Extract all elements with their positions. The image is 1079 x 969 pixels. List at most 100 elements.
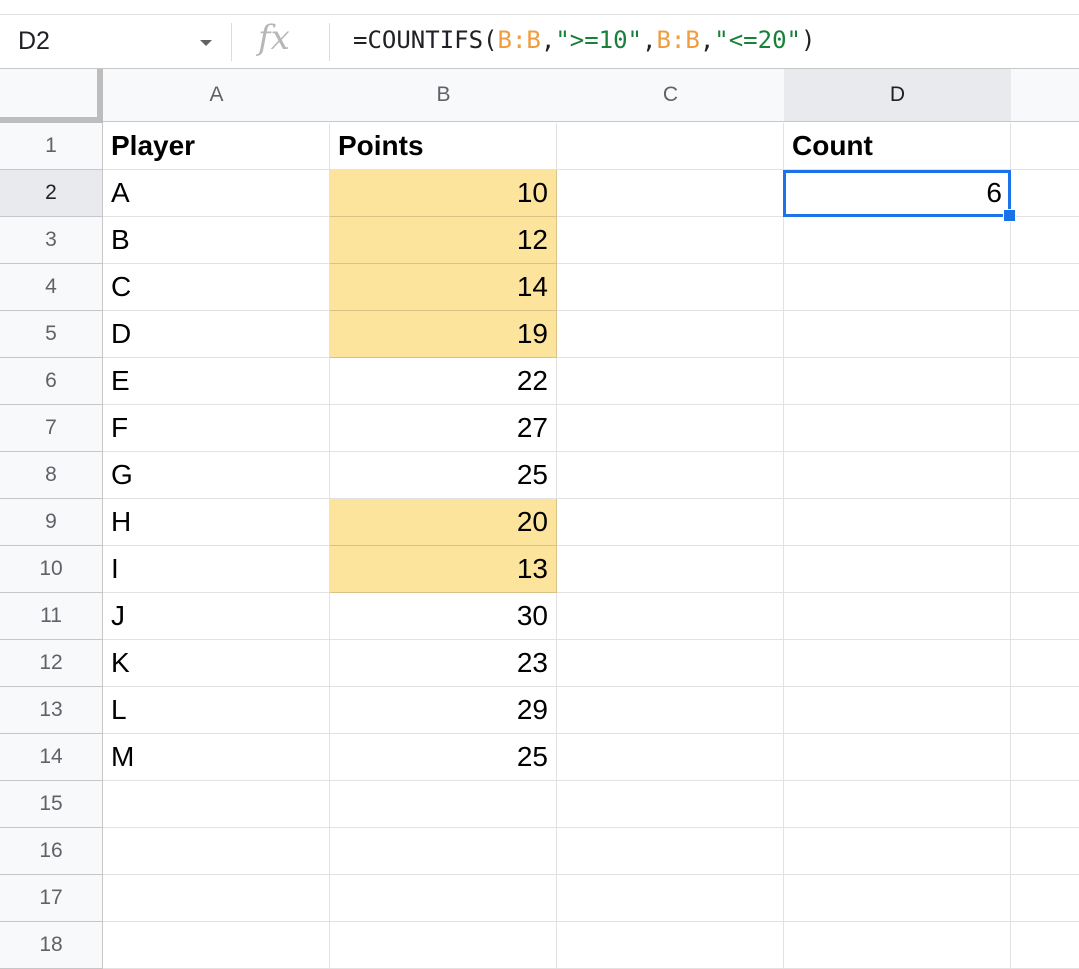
cell-a8[interactable]: G (103, 452, 330, 499)
cell-d5[interactable] (784, 311, 1011, 358)
cell-d4[interactable] (784, 264, 1011, 311)
cell-e15[interactable] (1011, 781, 1079, 828)
cell-b7[interactable]: 27 (330, 405, 557, 452)
cell-b11[interactable]: 30 (330, 593, 557, 640)
cell-d7[interactable] (784, 405, 1011, 452)
cell-b14[interactable]: 25 (330, 734, 557, 781)
cell-c17[interactable] (557, 875, 784, 922)
cell-d18[interactable] (784, 922, 1011, 969)
cell-e18[interactable] (1011, 922, 1079, 969)
cell-c8[interactable] (557, 452, 784, 499)
cell-a18[interactable] (103, 922, 330, 969)
cell-e9[interactable] (1011, 499, 1079, 546)
cell-a7[interactable]: F (103, 405, 330, 452)
column-header-c[interactable]: C (557, 69, 785, 122)
row-header[interactable]: 9 (0, 499, 103, 546)
row-header[interactable]: 2 (0, 170, 103, 217)
cell-b17[interactable] (330, 875, 557, 922)
cell-b15[interactable] (330, 781, 557, 828)
cell-e5[interactable] (1011, 311, 1079, 358)
row-header[interactable]: 15 (0, 781, 103, 828)
cell-c4[interactable] (557, 264, 784, 311)
cell-b4[interactable]: 14 (330, 264, 557, 311)
cell-e1[interactable] (1011, 123, 1079, 170)
cell-b2[interactable]: 10 (330, 170, 557, 217)
row-header[interactable]: 10 (0, 546, 103, 593)
column-header-a[interactable]: A (103, 69, 331, 122)
cell-e13[interactable] (1011, 687, 1079, 734)
row-header[interactable]: 12 (0, 640, 103, 687)
row-header[interactable]: 4 (0, 264, 103, 311)
cell-c3[interactable] (557, 217, 784, 264)
cell-b18[interactable] (330, 922, 557, 969)
cell-b10[interactable]: 13 (330, 546, 557, 593)
cell-d14[interactable] (784, 734, 1011, 781)
cell-d17[interactable] (784, 875, 1011, 922)
cell-a16[interactable] (103, 828, 330, 875)
row-header[interactable]: 6 (0, 358, 103, 405)
cell-a17[interactable] (103, 875, 330, 922)
cell-a3[interactable]: B (103, 217, 330, 264)
row-header[interactable]: 5 (0, 311, 103, 358)
cell-a9[interactable]: H (103, 499, 330, 546)
cell-d12[interactable] (784, 640, 1011, 687)
cell-a12[interactable]: K (103, 640, 330, 687)
cell-c15[interactable] (557, 781, 784, 828)
cell-d10[interactable] (784, 546, 1011, 593)
cell-b6[interactable]: 22 (330, 358, 557, 405)
cell-b3[interactable]: 12 (330, 217, 557, 264)
cell-d16[interactable] (784, 828, 1011, 875)
cell-c7[interactable] (557, 405, 784, 452)
cell-a13[interactable]: L (103, 687, 330, 734)
cell-a1[interactable]: Player (103, 123, 330, 170)
cell-c18[interactable] (557, 922, 784, 969)
cell-b1[interactable]: Points (330, 123, 557, 170)
cell-a10[interactable]: I (103, 546, 330, 593)
cell-d11[interactable] (784, 593, 1011, 640)
cell-c9[interactable] (557, 499, 784, 546)
select-all-corner[interactable] (0, 69, 103, 123)
cell-b9[interactable]: 20 (330, 499, 557, 546)
row-header[interactable]: 1 (0, 123, 103, 170)
cell-e3[interactable] (1011, 217, 1079, 264)
cell-d15[interactable] (784, 781, 1011, 828)
cell-b5[interactable]: 19 (330, 311, 557, 358)
cell-e8[interactable] (1011, 452, 1079, 499)
row-header[interactable]: 13 (0, 687, 103, 734)
cell-e14[interactable] (1011, 734, 1079, 781)
cell-c1[interactable] (557, 123, 784, 170)
row-header[interactable]: 8 (0, 452, 103, 499)
cell-d8[interactable] (784, 452, 1011, 499)
cell-d9[interactable] (784, 499, 1011, 546)
cell-d2[interactable]: 6 (784, 170, 1011, 217)
cell-a5[interactable]: D (103, 311, 330, 358)
cell-b8[interactable]: 25 (330, 452, 557, 499)
cell-d6[interactable] (784, 358, 1011, 405)
formula-input[interactable]: =COUNTIFS(B:B,">=10",B:B,"<=20") (353, 26, 815, 54)
cell-b12[interactable]: 23 (330, 640, 557, 687)
cell-e11[interactable] (1011, 593, 1079, 640)
column-header-e[interactable] (1011, 69, 1079, 122)
cell-c6[interactable] (557, 358, 784, 405)
row-header[interactable]: 16 (0, 828, 103, 875)
cell-e17[interactable] (1011, 875, 1079, 922)
cell-e12[interactable] (1011, 640, 1079, 687)
cell-b13[interactable]: 29 (330, 687, 557, 734)
cell-e6[interactable] (1011, 358, 1079, 405)
cell-e4[interactable] (1011, 264, 1079, 311)
column-header-b[interactable]: B (330, 69, 558, 122)
cell-a14[interactable]: M (103, 734, 330, 781)
cell-c5[interactable] (557, 311, 784, 358)
cell-c11[interactable] (557, 593, 784, 640)
cell-e7[interactable] (1011, 405, 1079, 452)
cell-e16[interactable] (1011, 828, 1079, 875)
column-header-d[interactable]: D (784, 69, 1012, 122)
row-header[interactable]: 11 (0, 593, 103, 640)
cell-a4[interactable]: C (103, 264, 330, 311)
cell-c10[interactable] (557, 546, 784, 593)
name-box-dropdown-icon[interactable] (200, 40, 212, 46)
row-header[interactable]: 18 (0, 922, 103, 969)
cell-c12[interactable] (557, 640, 784, 687)
row-header[interactable]: 17 (0, 875, 103, 922)
row-header[interactable]: 14 (0, 734, 103, 781)
